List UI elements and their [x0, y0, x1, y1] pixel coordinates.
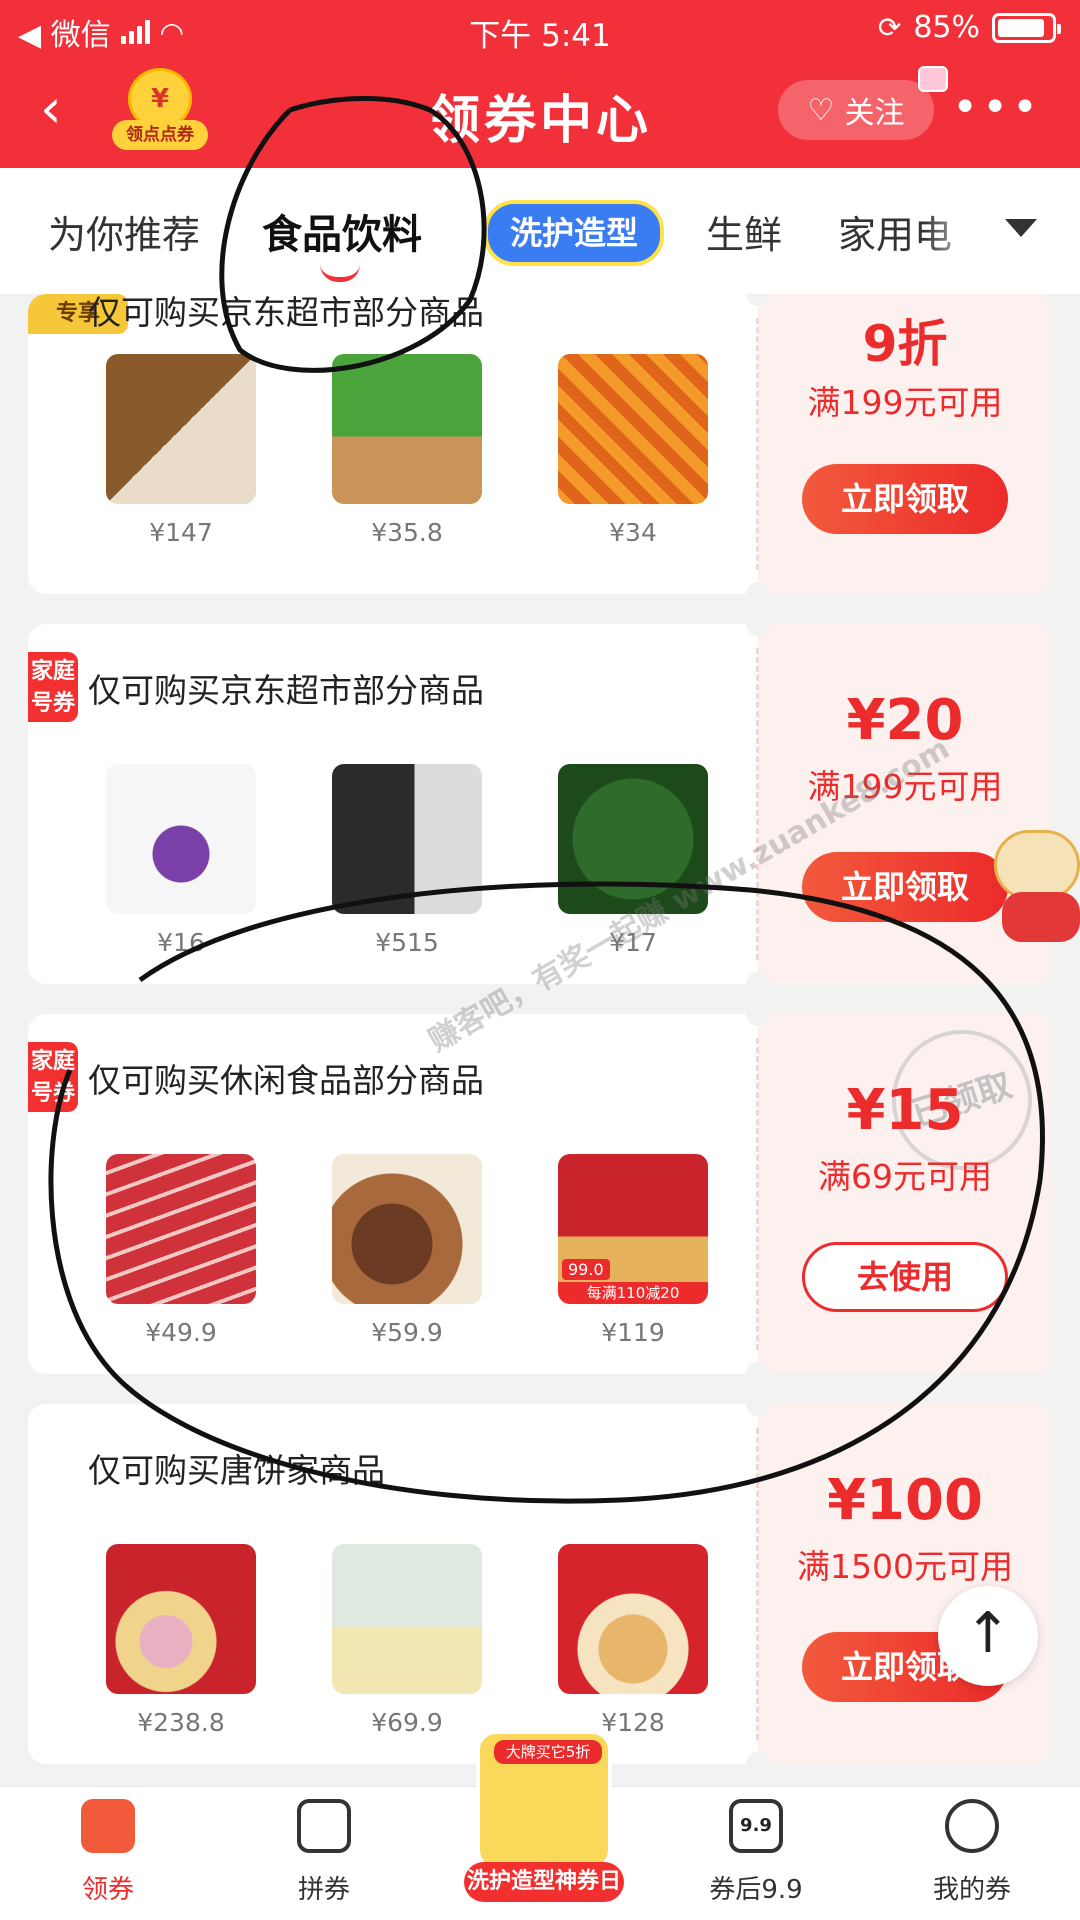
product-price: ¥119 [601, 1318, 665, 1347]
tab-recommend[interactable]: 为你推荐 [48, 204, 200, 259]
follow-button[interactable]: ♡ 关注 [778, 80, 934, 140]
product-item[interactable]: ¥515 [294, 764, 520, 957]
smile-icon [945, 1799, 999, 1853]
promo-label: 洗护造型神券日 [464, 1862, 624, 1902]
claim-button[interactable]: 立即领取 [802, 464, 1008, 534]
coupon-products-area: 家庭号券 仅可购买休闲食品部分商品 ¥49.9 ¥59.9 99.0 每满110… [28, 1014, 758, 1374]
chevron-down-icon[interactable] [986, 198, 1056, 258]
product-list: ¥147 ¥35.8 ¥34 [68, 354, 748, 547]
coupon-condition: 满1500元可用 [797, 1547, 1013, 1586]
product-image-braised-meat [332, 1154, 482, 1304]
tab-food-drink[interactable]: 食品饮料 [262, 202, 422, 260]
promo-poster-image: 大牌买它5折 [476, 1730, 612, 1870]
coupon-value-panel: 已领取 ¥15 满69元可用 去使用 [746, 1014, 1052, 1374]
claim-button[interactable]: 立即领取 [802, 852, 1008, 922]
product-image-tea-gift-box [106, 354, 256, 504]
tab-haircare-promo[interactable]: 洗护造型 [484, 200, 664, 266]
product-price: ¥49.9 [145, 1318, 217, 1347]
mascot-float-icon[interactable] [986, 820, 1080, 950]
nav-label: 领券 [81, 1875, 134, 1905]
product-item[interactable]: ¥128 [520, 1544, 746, 1737]
active-tab-indicator [320, 264, 360, 282]
product-item[interactable]: ¥69.9 [294, 1544, 520, 1737]
coupon-card: 仅可购买唐饼家商品 ¥238.8 ¥69.9 ¥128 ¥100 满1500元可… [28, 1404, 1052, 1764]
coupon-card: 家庭号券 仅可购买京东超市部分商品 ¥16 ¥515 ¥17 ¥20 满199元… [28, 624, 1052, 984]
promo-tag-price: 99.0 [562, 1259, 610, 1280]
product-image-liquor-box [332, 764, 482, 914]
coupon-discount: 9折 [862, 315, 948, 373]
nav-label: 拼券 [297, 1875, 350, 1905]
header: ◀ 微信 ◠ 下午 5:41 ⟳ 85% ‹ ¥ 领点点券 领券中心 ♡ 关注 … [0, 0, 1080, 168]
nav-promo-haircare[interactable]: 大牌买它5折 洗护造型神券日 [464, 1730, 624, 1906]
status-bar: ◀ 微信 ◠ 下午 5:41 ⟳ 85% [0, 0, 1080, 56]
coupon-ticket-icon [81, 1799, 135, 1853]
coupon-card: 专享 仅可购买京东超市部分商品 ¥147 ¥35.8 ¥34 9折 满199元可… [28, 294, 1052, 594]
product-item[interactable]: ¥59.9 [294, 1154, 520, 1347]
coupon-discount: ¥15 [846, 1078, 964, 1143]
product-item[interactable]: 99.0 每满110减20 ¥119 [520, 1154, 746, 1347]
more-button[interactable]: ••• [952, 86, 1042, 130]
product-image-nut-powder [332, 354, 482, 504]
product-price: ¥35.8 [371, 518, 443, 547]
product-image-pastry-box [106, 1544, 256, 1694]
coupon-title: 仅可购买京东超市部分商品 [88, 671, 484, 710]
coupon-value-panel: 9折 满199元可用 立即领取 [746, 294, 1052, 594]
product-image-mochi-box [332, 1544, 482, 1694]
product-price: ¥238.8 [137, 1708, 225, 1737]
heart-plus-icon: ♡ [807, 92, 835, 128]
nav-my-coupons[interactable]: 我的券 [892, 1799, 1052, 1906]
product-item[interactable]: ¥35.8 [294, 354, 520, 547]
product-list: ¥49.9 ¥59.9 99.0 每满110减20 ¥119 [68, 1154, 748, 1347]
use-coupon-button[interactable]: 去使用 [802, 1242, 1008, 1312]
group-ticket-icon [297, 1799, 351, 1853]
category-tabs: 为你推荐 食品饮料 洗护造型 生鲜 家用电 [0, 168, 1080, 294]
product-image-nut-gift-box: 99.0 每满110减20 [558, 1154, 708, 1304]
nav-get-coupons[interactable]: 领券 [28, 1799, 188, 1906]
product-image-milk-bottle [106, 764, 256, 914]
price-9-9-icon: 9.9 [729, 1799, 783, 1853]
nav-label: 我的券 [932, 1875, 1011, 1905]
coupon-condition: 满69元可用 [818, 1157, 992, 1196]
promo-tag-text: 每满110减20 [558, 1282, 708, 1304]
product-price: ¥515 [375, 928, 439, 957]
product-item[interactable]: ¥147 [68, 354, 294, 547]
product-item[interactable]: ¥238.8 [68, 1544, 294, 1737]
battery-icon [992, 12, 1061, 43]
status-right: ⟳ 85% [877, 10, 1061, 45]
nav-after-coupon-9-9[interactable]: 9.9 券后9.9 [676, 1799, 836, 1906]
product-item[interactable]: ¥34 [520, 354, 746, 547]
product-image-mooncake-box [558, 1544, 708, 1694]
product-price: ¥147 [149, 518, 213, 547]
battery-percent: 85% [913, 10, 980, 45]
product-price: ¥16 [157, 928, 205, 957]
nav-label: 券后9.9 [709, 1875, 803, 1905]
tabs-fade [924, 168, 984, 294]
coupon-condition: 满199元可用 [807, 383, 1003, 422]
coupon-products-area: 仅可购买唐饼家商品 ¥238.8 ¥69.9 ¥128 [28, 1404, 758, 1764]
coupon-discount: ¥100 [827, 1468, 983, 1533]
coupon-card: 家庭号券 仅可购买休闲食品部分商品 ¥49.9 ¥59.9 99.0 每满110… [28, 1014, 1052, 1374]
product-price: ¥59.9 [371, 1318, 443, 1347]
product-list: ¥238.8 ¥69.9 ¥128 [68, 1544, 748, 1737]
coupon-products-area: 专享 仅可购买京东超市部分商品 ¥147 ¥35.8 ¥34 [28, 294, 758, 594]
coupon-value-panel: ¥100 满1500元可用 立即领取 [746, 1404, 1052, 1764]
product-image-sausages [106, 1154, 256, 1304]
coupon-title: 仅可购买休闲食品部分商品 [88, 1061, 484, 1100]
nav-bar: ‹ ¥ 领点点券 领券中心 ♡ 关注 ••• [0, 56, 1080, 168]
family-coupon-badge: 家庭号券 [28, 652, 78, 722]
product-image-snack-crackers [558, 354, 708, 504]
back-to-top-button[interactable]: ↑ [938, 1586, 1038, 1686]
product-price: ¥34 [609, 518, 657, 547]
tab-fresh[interactable]: 生鲜 [706, 204, 782, 259]
nav-group-coupons[interactable]: 拼券 [244, 1799, 404, 1906]
gift-icon [918, 66, 948, 92]
promo-poster-title: 大牌买它5折 [494, 1740, 602, 1764]
product-item[interactable]: ¥49.9 [68, 1154, 294, 1347]
rotation-lock-icon: ⟳ [877, 11, 902, 44]
coupon-title: 仅可购买京东超市部分商品 [88, 294, 484, 332]
coupon-title: 仅可购买唐饼家商品 [88, 1451, 385, 1490]
follow-label: 关注 [844, 96, 905, 131]
family-coupon-badge: 家庭号券 [28, 1042, 78, 1112]
product-item[interactable]: ¥16 [68, 764, 294, 957]
